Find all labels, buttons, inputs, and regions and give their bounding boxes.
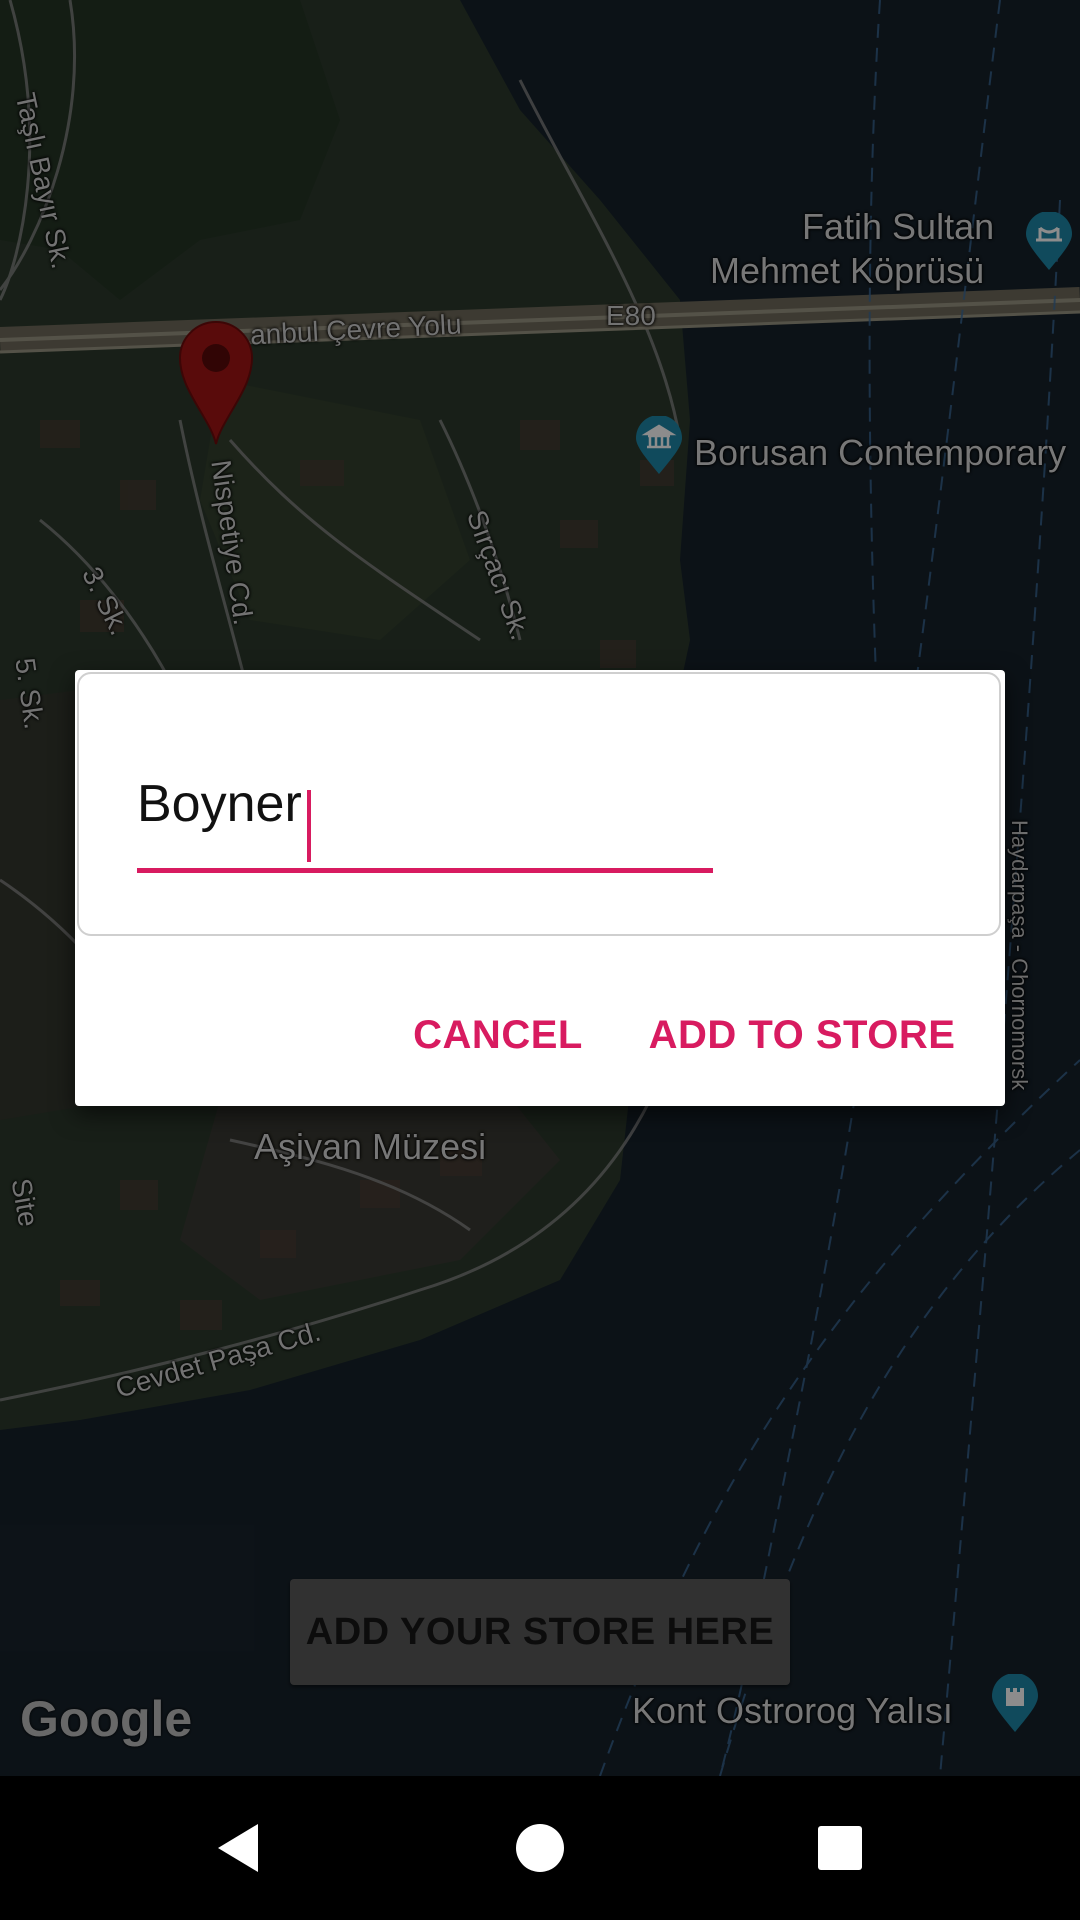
text-caret: [307, 790, 311, 862]
back-icon[interactable]: [210, 1818, 270, 1878]
navigation-bar: [0, 1776, 1080, 1920]
home-icon[interactable]: [510, 1818, 570, 1878]
recents-icon[interactable]: [810, 1818, 870, 1878]
add-to-store-button[interactable]: ADD TO STORE: [637, 990, 967, 1080]
add-store-dialog: CANCEL ADD TO STORE: [75, 670, 1005, 1106]
store-name-input[interactable]: [137, 774, 711, 834]
cancel-button[interactable]: CANCEL: [403, 990, 593, 1080]
dialog-content-area: [77, 672, 1001, 936]
input-underline: [137, 868, 713, 873]
